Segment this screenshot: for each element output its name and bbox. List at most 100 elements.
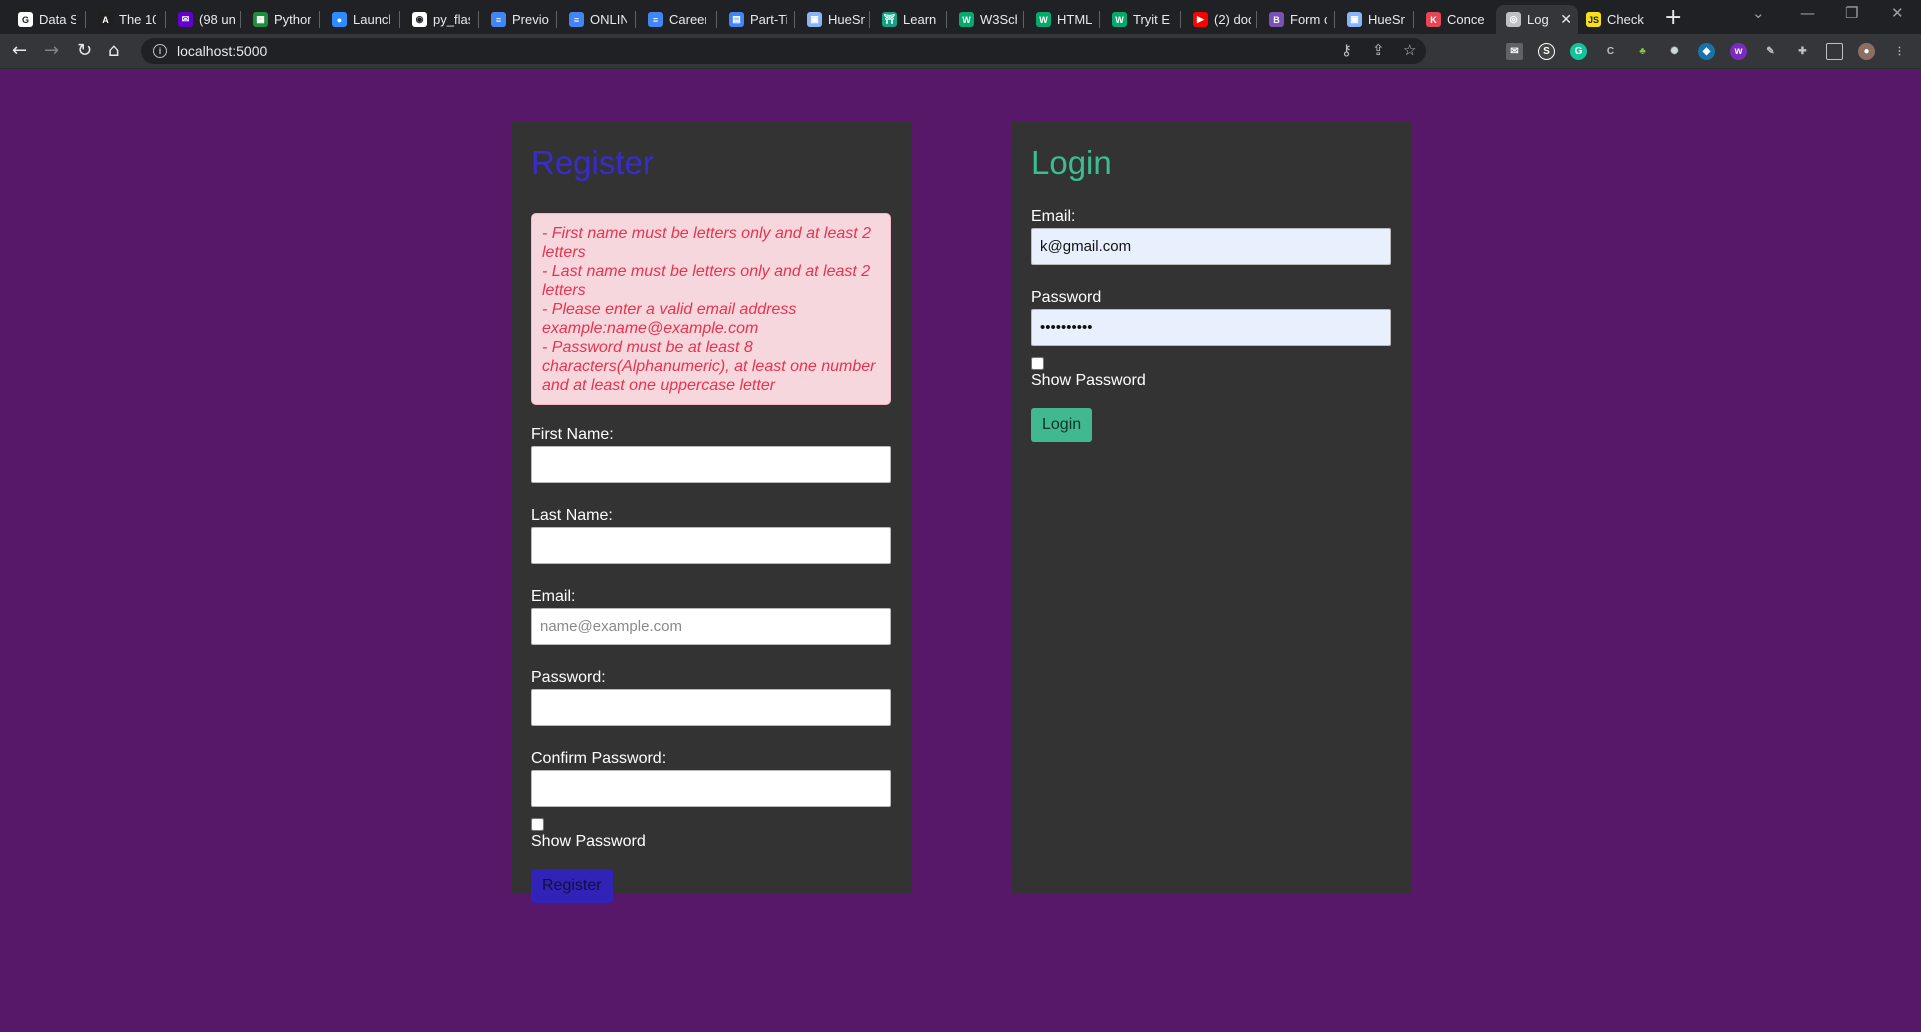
file-icon: ▣ xyxy=(1347,12,1362,27)
browser-tab[interactable]: ⛩ Learn - xyxy=(872,5,946,34)
docs-icon: ≡ xyxy=(648,12,663,27)
bootstrap-icon: B xyxy=(1269,12,1284,27)
first-name-input[interactable] xyxy=(531,446,891,483)
browser-tab[interactable]: ▦ Python xyxy=(243,5,317,34)
login-email-input[interactable] xyxy=(1031,228,1391,265)
browser-tab[interactable]: ▣ HueSn xyxy=(1337,5,1411,34)
tab-separator xyxy=(165,11,166,28)
tab-separator xyxy=(399,11,400,28)
react-extension-icon[interactable]: ✺ xyxy=(1666,43,1683,60)
login-show-password-label: Show Password xyxy=(1031,372,1146,389)
browser-tab-title: ONLIN xyxy=(590,12,627,27)
browser-tab[interactable]: ≡ Previo xyxy=(481,5,555,34)
register-email-input[interactable] xyxy=(531,608,891,645)
first-name-label: First Name: xyxy=(531,426,614,443)
tab-separator xyxy=(794,11,795,28)
yahoo-mail-icon: ✉ xyxy=(178,12,193,27)
w3schools-icon: W xyxy=(959,12,974,27)
tab-separator xyxy=(1413,11,1414,28)
address-bar[interactable]: i localhost:5000 ☆ ⇪ ⚷ xyxy=(141,38,1426,64)
close-window-icon[interactable]: ✕ xyxy=(1891,4,1904,22)
browser-tab[interactable]: W Tryit Ed xyxy=(1102,5,1176,34)
browser-tab-title: HTML i xyxy=(1057,12,1094,27)
forward-icon[interactable]: → xyxy=(44,40,59,61)
browser-tab[interactable]: ≡ Career xyxy=(638,5,712,34)
error-first-name: - First name must be letters only and at… xyxy=(542,225,872,261)
browser-tab[interactable]: ≡ ONLIN xyxy=(559,5,633,34)
browser-tab[interactable]: K Concer xyxy=(1416,5,1490,34)
login-panel: Login Email: Password Show Password Logi… xyxy=(1011,122,1411,894)
browser-tab-title: Tryit Ed xyxy=(1133,12,1170,27)
error-last-name: - Last name must be letters only and at … xyxy=(542,263,871,299)
register-button[interactable]: Register xyxy=(531,869,613,903)
tab-separator xyxy=(240,11,241,28)
login-show-password-checkbox[interactable] xyxy=(1031,357,1044,370)
home-icon[interactable]: ⌂ xyxy=(108,40,119,61)
tab-separator xyxy=(85,11,86,28)
close-tab-icon[interactable]: ✕ xyxy=(1560,12,1572,28)
login-button[interactable]: Login xyxy=(1031,408,1093,442)
register-show-password-checkbox[interactable] xyxy=(531,818,544,831)
browser-tab[interactable]: ▣ HueSn xyxy=(797,5,871,34)
register-error-alert: - First name must be letters only and at… xyxy=(531,213,891,405)
new-tab-icon[interactable]: + xyxy=(1664,5,1682,30)
browser-tab[interactable]: W HTML i xyxy=(1026,5,1100,34)
browser-tab[interactable]: A The 10 xyxy=(88,5,162,34)
tab-search-icon[interactable]: ⌄ xyxy=(1752,4,1765,22)
login-password-input[interactable] xyxy=(1031,309,1391,346)
browser-tab[interactable]: ◉ py_flas xyxy=(402,5,476,34)
browser-tab-title: Data St xyxy=(39,12,76,27)
tree-extension-icon[interactable]: ♣ xyxy=(1634,43,1651,60)
browser-tab[interactable]: JS Check xyxy=(1576,5,1650,34)
browser-tab[interactable]: ✉ (98 unr xyxy=(168,5,242,34)
browser-tab-title: Part-Ti xyxy=(750,12,787,27)
last-name-input[interactable] xyxy=(531,527,891,564)
kotlin-icon: K xyxy=(1426,12,1441,27)
browser-tab-title: Python xyxy=(274,12,311,27)
tab-separator xyxy=(1256,11,1257,28)
w3schools-icon: W xyxy=(1036,12,1051,27)
angular-icon: A xyxy=(98,12,113,27)
mail-extension-icon[interactable]: ✉ xyxy=(1506,43,1523,60)
confirm-password-label: Confirm Password: xyxy=(531,750,667,767)
c-extension-icon[interactable]: C xyxy=(1602,43,1619,60)
url-text: localhost:5000 xyxy=(177,43,268,59)
w-extension-icon[interactable]: w xyxy=(1730,43,1747,60)
error-password: - Password must be at least 8 characters… xyxy=(542,339,876,394)
tab-separator xyxy=(1180,11,1181,28)
tab-separator xyxy=(1023,11,1024,28)
side-panel-icon[interactable] xyxy=(1826,43,1843,60)
browser-tab[interactable]: W W3Sch xyxy=(949,5,1023,34)
login-title: Login xyxy=(1031,144,1112,181)
docs-icon: ≡ xyxy=(569,12,584,27)
browser-tab-title: Previo xyxy=(512,12,549,27)
pen-extension-icon[interactable]: ✎ xyxy=(1762,43,1779,60)
browser-tab[interactable]: ▤ Part-Ti xyxy=(719,5,793,34)
profile-avatar-icon[interactable]: ● xyxy=(1858,43,1875,60)
browser-tab[interactable]: ◎ Log ✕ xyxy=(1496,5,1578,34)
tab-separator xyxy=(869,11,870,28)
browser-tab[interactable]: ▶ (2) doc xyxy=(1183,5,1257,34)
browser-toolbar: ← → ↻ ⌂ i localhost:5000 ☆ ⇪ ⚷ ✉ S G C ♣… xyxy=(0,34,1921,69)
menu-kebab-icon[interactable]: ⋮ xyxy=(1891,43,1908,60)
extensions-puzzle-icon[interactable]: ✚ xyxy=(1794,43,1811,60)
restore-icon[interactable]: ❐ xyxy=(1845,4,1858,22)
globe-extension-icon[interactable]: ◆ xyxy=(1698,43,1715,60)
tab-separator xyxy=(1334,11,1335,28)
share-icon[interactable]: ⇪ xyxy=(1372,41,1385,59)
password-key-icon[interactable]: ⚷ xyxy=(1341,41,1352,59)
grammarly-extension-icon[interactable]: G xyxy=(1570,43,1587,60)
back-icon[interactable]: ← xyxy=(12,40,27,61)
browser-tab[interactable]: ● Launch xyxy=(322,5,396,34)
site-info-icon[interactable]: i xyxy=(153,44,167,58)
confirm-password-input[interactable] xyxy=(531,770,891,807)
browser-tab[interactable]: B Form c xyxy=(1259,5,1333,34)
reload-icon[interactable]: ↻ xyxy=(77,40,92,61)
minimize-icon[interactable]: — xyxy=(1800,4,1815,22)
register-password-input[interactable] xyxy=(531,689,891,726)
browser-tab-title: Career xyxy=(669,12,706,27)
bookmark-star-icon[interactable]: ☆ xyxy=(1403,41,1416,59)
login-email-label: Email: xyxy=(1031,208,1076,225)
browser-tab[interactable]: G Data St xyxy=(8,5,82,34)
s-extension-icon[interactable]: S xyxy=(1538,43,1555,60)
